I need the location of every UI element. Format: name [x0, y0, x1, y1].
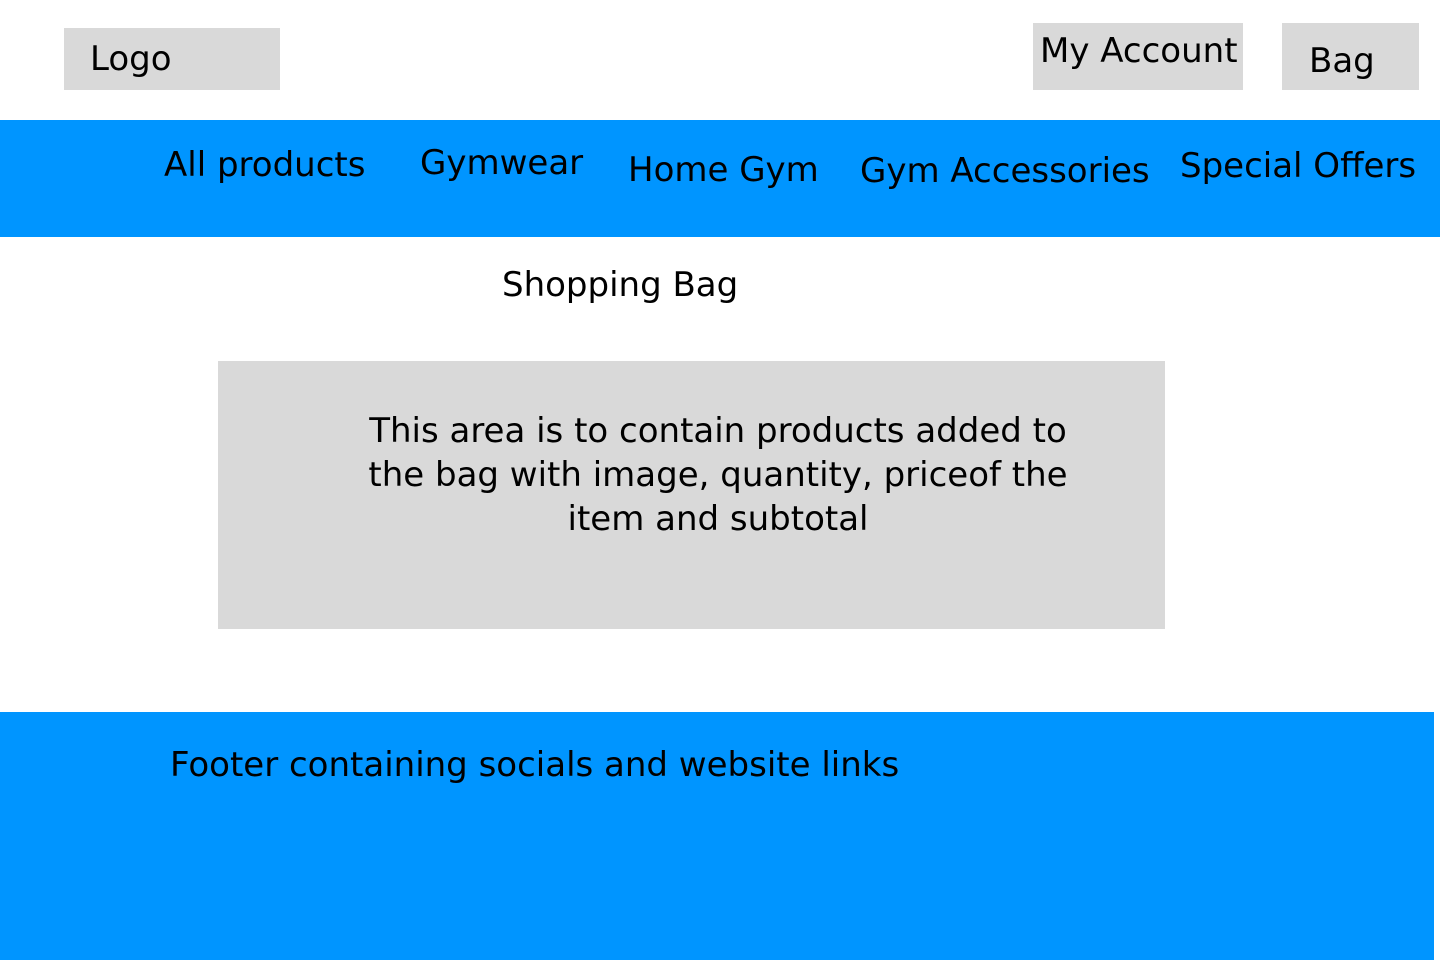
footer: Footer containing socials and website li… — [0, 712, 1434, 960]
nav-item-gym-accessories[interactable]: Gym Accessories — [860, 154, 1150, 188]
bag-label: Bag — [1309, 41, 1375, 81]
logo-label: Logo — [90, 39, 172, 79]
nav-item-home-gym[interactable]: Home Gym — [628, 153, 819, 187]
logo[interactable]: Logo — [64, 28, 280, 90]
nav-item-special-offers[interactable]: Special Offers — [1180, 149, 1416, 183]
my-account-button[interactable]: My Account — [1033, 23, 1243, 90]
main-nav: All products Gymwear Home Gym Gym Access… — [0, 120, 1440, 237]
page-title: Shopping Bag — [502, 265, 739, 305]
shopping-bag-page: Logo My Account Bag All products Gymwear… — [0, 0, 1440, 960]
bag-button[interactable]: Bag — [1282, 23, 1419, 90]
my-account-label: My Account — [1040, 31, 1238, 71]
bag-contents-area: This area is to contain products added t… — [218, 361, 1165, 629]
nav-item-gymwear[interactable]: Gymwear — [420, 146, 583, 180]
footer-text: Footer containing socials and website li… — [170, 745, 900, 785]
nav-item-all-products[interactable]: All products — [164, 148, 365, 182]
bag-contents-placeholder: This area is to contain products added t… — [368, 411, 1068, 539]
